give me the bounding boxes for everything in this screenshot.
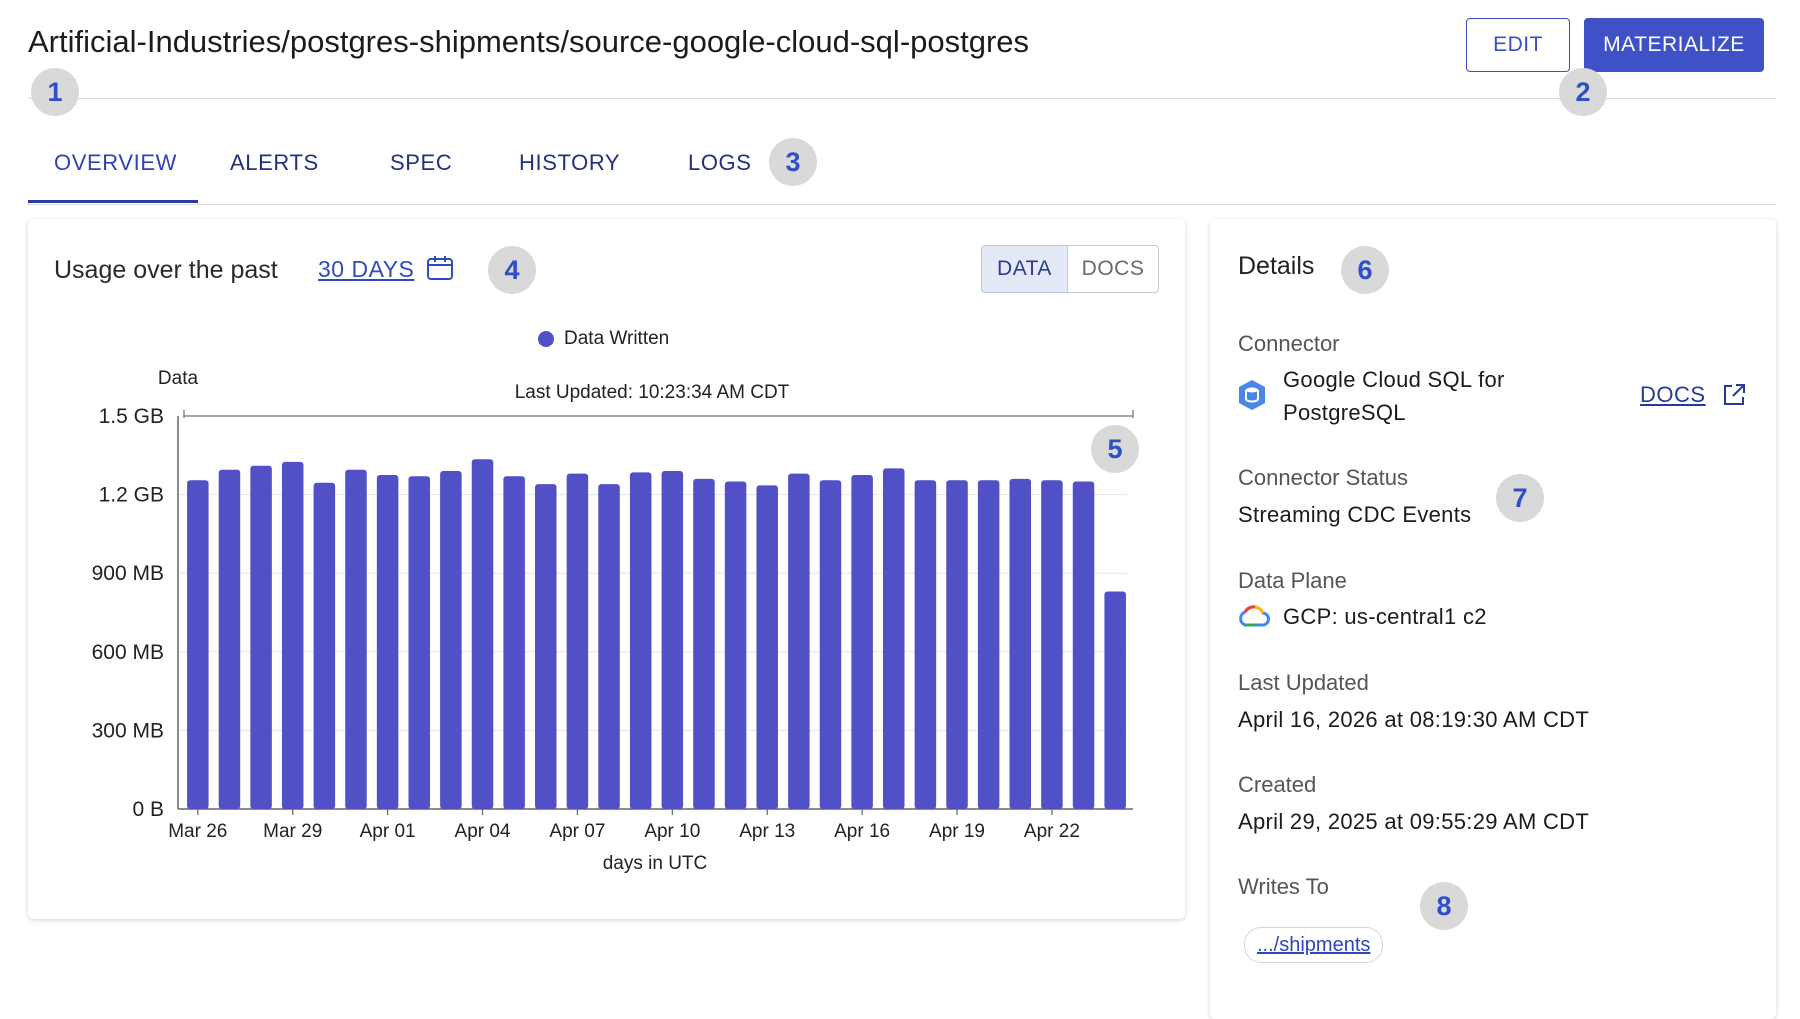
data-bar (1104, 591, 1126, 809)
data-bar (1041, 480, 1063, 809)
tab-logs[interactable]: LOGS (688, 150, 752, 176)
docs-toggle-button[interactable]: DOCS (1067, 245, 1159, 293)
header-divider (28, 98, 1776, 99)
data-bar (566, 473, 589, 809)
annotation-badge-8: 8 (1420, 882, 1468, 930)
last-updated-value: April 16, 2026 at 08:19:30 AM CDT (1238, 707, 1590, 732)
y-axis-label: Data (158, 368, 199, 389)
x-tick-label: Apr 04 (455, 821, 511, 842)
date-range-link[interactable]: 30 DAYS (318, 256, 414, 283)
active-tab-indicator (28, 200, 198, 203)
materialize-button[interactable]: MATERIALIZE (1584, 18, 1764, 72)
data-bar (882, 468, 905, 809)
data-bar (376, 474, 399, 809)
writes-to-label: Writes To (1238, 874, 1329, 899)
tab-alerts[interactable]: ALERTS (230, 150, 319, 176)
data-bar (598, 484, 620, 809)
usage-bar-chart: 0 B 300 MB 600 MB 900 MB 1.2 GB 1.5 GB Last Up… (92, 368, 1134, 874)
data-bar (408, 476, 431, 809)
x-tick-label: Apr 13 (739, 821, 795, 842)
x-axis-label: days in UTC (603, 853, 708, 874)
google-cloud-icon (1239, 605, 1270, 627)
data-bar (661, 471, 684, 809)
data-bar (693, 478, 715, 809)
data-bar (914, 480, 937, 809)
data-toggle-button[interactable]: DATA (981, 245, 1068, 293)
tab-history[interactable]: HISTORY (519, 150, 620, 176)
tab-spec[interactable]: SPEC (390, 150, 452, 176)
legend-swatch (538, 331, 554, 347)
created-value: April 29, 2025 at 09:55:29 AM CDT (1238, 809, 1590, 834)
data-plane-label: Data Plane (1238, 568, 1347, 593)
data-bar (313, 482, 336, 809)
y-tick-label: 300 MB (92, 719, 164, 742)
y-tick-label: 1.2 GB (99, 484, 164, 507)
y-tick-label: 900 MB (92, 562, 164, 585)
x-tick-label: Apr 10 (644, 821, 700, 842)
data-bar (851, 474, 873, 809)
data-bar (629, 472, 652, 809)
created-label: Created (1238, 772, 1317, 797)
page-title: Artificial-Industries/postgres-shipments… (28, 24, 1030, 59)
data-bar (724, 481, 747, 809)
y-tick-label: 1.5 GB (99, 405, 164, 428)
connector-status-label: Connector Status (1238, 465, 1408, 490)
connector-name-line1: Google Cloud SQL for (1283, 367, 1505, 392)
x-tick-label: Mar 29 (263, 821, 322, 842)
data-bar (345, 469, 367, 809)
data-bar (535, 484, 557, 809)
data-bar (788, 473, 810, 809)
writes-to-collection-chip[interactable]: .../shipments (1244, 927, 1384, 963)
annotation-badge-4: 4 (488, 246, 536, 294)
data-bar (440, 471, 462, 809)
data-bar (503, 476, 525, 809)
annotation-badge-5: 5 (1091, 425, 1139, 473)
annotation-badge-1: 1 (31, 68, 79, 116)
data-bar (250, 465, 272, 809)
x-tick-label: Apr 19 (929, 821, 985, 842)
data-plane-value: GCP: us-central1 c2 (1283, 604, 1487, 629)
data-bar (187, 480, 209, 809)
data-bar (1009, 478, 1032, 809)
x-tick-label: Mar 26 (168, 821, 227, 842)
annotation-badge-3: 3 (769, 138, 817, 186)
usage-label: Usage over the past (54, 256, 278, 284)
data-bar (281, 461, 304, 809)
connector-label: Connector (1238, 331, 1340, 356)
chart-annotation: Last Updated: 10:23:34 AM CDT (515, 382, 790, 403)
details-title: Details (1238, 252, 1315, 280)
chart-legend[interactable]: Data Written (538, 328, 669, 350)
data-bar (1072, 481, 1095, 809)
connector-docs-link[interactable]: DOCS (1640, 382, 1706, 408)
x-tick-label: Apr 22 (1024, 821, 1080, 842)
legend-label: Data Written (564, 328, 670, 349)
last-updated-label: Last Updated (1238, 670, 1369, 695)
tab-overview[interactable]: OVERVIEW (54, 150, 177, 176)
external-link-icon[interactable] (1721, 382, 1747, 408)
data-bar (946, 480, 968, 809)
annotation-badge-2: 2 (1559, 68, 1607, 116)
y-tick-label: 0 B (132, 798, 164, 821)
google-cloud-sql-icon (1239, 380, 1265, 410)
tabs-divider (28, 204, 1776, 205)
annotation-badge-7: 7 (1496, 474, 1544, 522)
data-bar (819, 480, 842, 809)
x-tick-label: Apr 07 (549, 821, 605, 842)
data-bar (471, 459, 494, 809)
calendar-icon[interactable] (426, 254, 454, 282)
y-tick-label: 600 MB (92, 641, 164, 664)
annotation-badge-6: 6 (1341, 246, 1389, 294)
data-bar (977, 480, 1000, 809)
edit-button[interactable]: EDIT (1466, 18, 1570, 72)
connector-name-line2: PostgreSQL (1283, 400, 1406, 425)
x-tick-label: Apr 16 (834, 821, 890, 842)
x-tick-label: Apr 01 (360, 821, 416, 842)
data-bar (218, 469, 241, 809)
data-bar (756, 485, 778, 809)
connector-status-value: Streaming CDC Events (1238, 502, 1472, 527)
